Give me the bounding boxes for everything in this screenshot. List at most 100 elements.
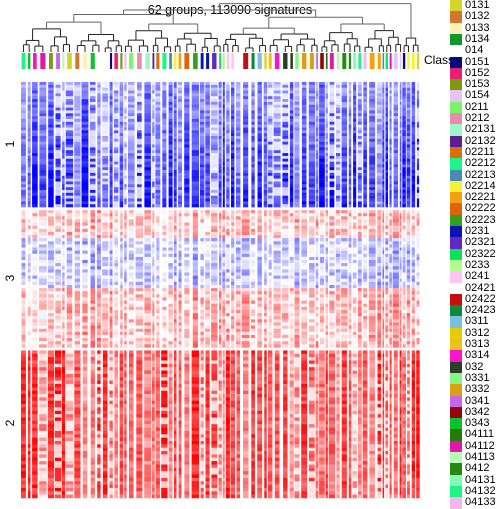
heatmap-cell [223, 156, 225, 159]
heatmap-cell [243, 204, 248, 207]
heatmap-cell [155, 167, 160, 170]
heatmap-cell [32, 257, 37, 260]
heatmap-cell [219, 82, 222, 85]
heatmap-cell [290, 179, 293, 182]
heatmap-cell [114, 176, 118, 179]
heatmap-cell [377, 147, 382, 150]
heatmap-cell [251, 179, 254, 182]
heatmap-cell [32, 113, 38, 116]
heatmap-cell [219, 184, 222, 187]
heatmap-cell [205, 108, 210, 111]
heatmap-cell [110, 119, 113, 122]
heatmap-cell [211, 335, 217, 338]
heatmap-cell [174, 199, 177, 202]
heatmap-cell [174, 322, 177, 325]
heatmap-cell [174, 263, 177, 266]
heatmap-cell [22, 219, 26, 222]
heatmap-cell [336, 102, 340, 105]
heatmap-cell [226, 110, 229, 113]
heatmap-cell [56, 145, 61, 148]
heatmap-cell [394, 196, 398, 199]
heatmap-cell [62, 319, 64, 322]
heatmap-cell [211, 301, 217, 304]
heatmap-cell [156, 301, 159, 304]
heatmap-cell [402, 91, 406, 94]
heatmap-cell [136, 316, 144, 319]
heatmap-cell [62, 182, 65, 185]
heatmap-cell [110, 159, 113, 162]
heatmap-cell [124, 232, 127, 235]
heatmap-cell [55, 226, 61, 229]
heatmap-cell [390, 193, 392, 196]
heatmap-cell [226, 142, 229, 145]
heatmap-cell [32, 248, 37, 251]
heatmap-cell [97, 260, 101, 263]
heatmap-cell [155, 204, 160, 207]
heatmap-cell [156, 244, 159, 247]
heatmap-cell [67, 254, 73, 257]
heatmap-cell [114, 173, 118, 176]
heatmap-cell [193, 326, 198, 329]
heatmap-cell [124, 182, 126, 185]
heatmap-cell [39, 288, 47, 291]
heatmap-cell [28, 199, 31, 202]
heatmap-cell [66, 145, 73, 148]
heatmap-cell [102, 199, 108, 202]
heatmap-cell [309, 179, 315, 182]
heatmap-cell [129, 341, 134, 344]
heatmap-cell [226, 301, 229, 304]
heatmap-cell [62, 193, 65, 196]
heatmap-cell [407, 99, 411, 102]
heatmap-cell [400, 133, 402, 136]
heatmap-cell [21, 156, 26, 159]
heatmap-cell [62, 260, 64, 263]
heatmap-cell [200, 85, 204, 88]
heatmap-cell [390, 190, 392, 193]
heatmap-cell [67, 329, 73, 332]
heatmap-cell [394, 182, 398, 185]
heatmap-cell [75, 216, 80, 219]
heatmap-cell [22, 248, 26, 251]
heatmap-cell [394, 190, 398, 193]
heatmap-cell [90, 162, 96, 165]
heatmap-cell [309, 113, 315, 116]
heatmap-cell [407, 108, 411, 111]
annotation-cell [124, 53, 126, 69]
heatmap-cell [128, 130, 135, 133]
heatmap-cell [211, 329, 217, 332]
heatmap-cell [136, 329, 144, 332]
heatmap-cell [67, 319, 73, 322]
heatmap-cell [258, 156, 262, 159]
heatmap-cell [211, 130, 218, 133]
heatmap-cell [184, 119, 189, 122]
heatmap-cell [22, 332, 26, 335]
heatmap-cell [114, 199, 118, 202]
heatmap-cell [179, 341, 182, 344]
heatmap-cell [223, 93, 225, 96]
heatmap-cell [231, 122, 234, 125]
heatmap-cell [152, 93, 154, 96]
heatmap-cell [102, 276, 108, 279]
heatmap-cell [358, 85, 362, 88]
heatmap-cell [319, 133, 325, 136]
heatmap-cell [128, 150, 135, 153]
heatmap-cell [200, 338, 204, 341]
heatmap-cell [282, 116, 288, 119]
heatmap-cell [114, 282, 118, 285]
heatmap-cell [97, 199, 100, 202]
heatmap-cell [200, 147, 204, 150]
heatmap-cell [193, 260, 198, 263]
heatmap-cell [39, 170, 46, 173]
heatmap-cell [236, 193, 240, 196]
heatmap-cell [226, 244, 229, 247]
heatmap-cell [407, 91, 411, 94]
heatmap-cell [102, 313, 108, 316]
heatmap-cell [67, 322, 73, 325]
heatmap-cell [319, 96, 325, 99]
heatmap-cell [82, 142, 89, 145]
heatmap-cell [222, 288, 225, 291]
heatmap-cell [394, 88, 398, 91]
heatmap-cell [137, 153, 142, 156]
heatmap-cell [56, 136, 61, 139]
heatmap-cell [211, 235, 217, 238]
